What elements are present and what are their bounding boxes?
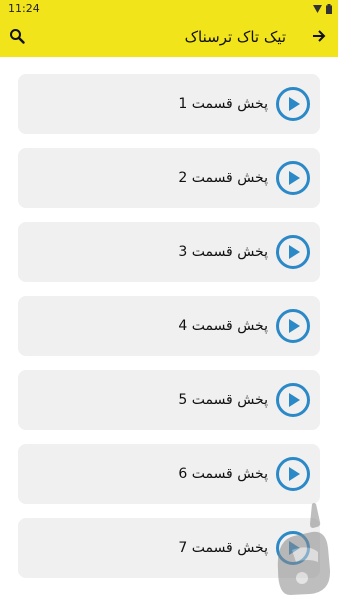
play-icon[interactable] — [276, 235, 310, 269]
status-bar: 11:24 — [0, 0, 338, 17]
search-icon — [10, 29, 25, 44]
page-title: تیک تاک ترسناک — [184, 28, 286, 46]
episode-card-4[interactable]: پخش قسمت 4 — [18, 296, 320, 356]
status-icons — [313, 3, 332, 14]
back-button[interactable] — [308, 25, 330, 47]
episode-card-1[interactable]: پخش قسمت 1 — [18, 74, 320, 134]
episode-card-3[interactable]: پخش قسمت 3 — [18, 222, 320, 282]
watermark-logo — [268, 500, 334, 596]
episode-label: پخش قسمت 2 — [178, 170, 268, 186]
episode-label: پخش قسمت 5 — [178, 392, 268, 408]
search-button[interactable] — [6, 25, 28, 47]
episode-label: پخش قسمت 7 — [178, 540, 268, 556]
play-icon[interactable] — [276, 309, 310, 343]
arrow-right-icon — [313, 30, 326, 42]
play-icon[interactable] — [276, 383, 310, 417]
play-icon[interactable] — [276, 161, 310, 195]
episode-card-6[interactable]: پخش قسمت 6 — [18, 444, 320, 504]
episode-card-2[interactable]: پخش قسمت 2 — [18, 148, 320, 208]
episode-label: پخش قسمت 3 — [178, 244, 268, 260]
play-icon[interactable] — [276, 87, 310, 121]
episode-label: پخش قسمت 4 — [178, 318, 268, 334]
battery-icon — [326, 3, 332, 14]
episode-label: پخش قسمت 6 — [178, 466, 268, 482]
play-icon[interactable] — [276, 457, 310, 491]
wifi-icon — [313, 4, 322, 13]
status-time: 11:24 — [8, 2, 40, 15]
app-bar: تیک تاک ترسناک — [0, 17, 338, 57]
episode-card-5[interactable]: پخش قسمت 5 — [18, 370, 320, 430]
episode-label: پخش قسمت 1 — [178, 96, 268, 112]
